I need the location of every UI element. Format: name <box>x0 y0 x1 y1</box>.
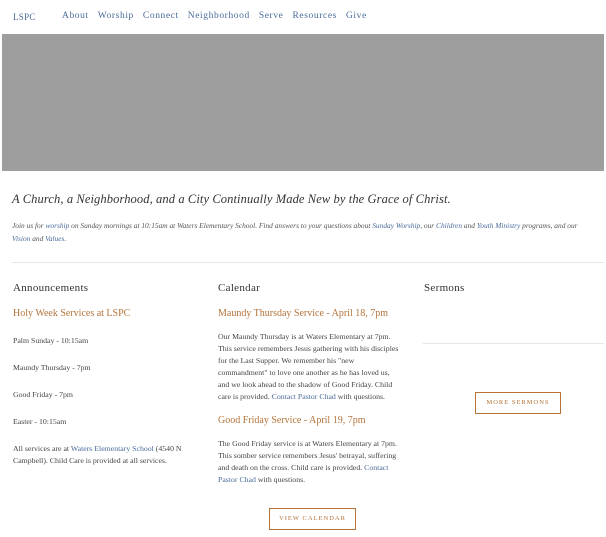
tagline: A Church, a Neighborhood, and a City Con… <box>12 192 451 206</box>
school-link[interactable]: Waters Elementary School <box>71 444 154 453</box>
nav-neighborhood[interactable]: Neighborhood <box>188 11 250 21</box>
event-text: with questions. <box>255 475 306 484</box>
intro-paragraph: Join us for worship on Sunday mornings a… <box>12 219 594 245</box>
nav-serve[interactable]: Serve <box>259 11 284 21</box>
intro-text: , our <box>420 221 437 230</box>
sermons-heading: Sermons <box>424 282 465 294</box>
intro-text: . <box>64 234 67 243</box>
main-menu: About Worship Connect Neighborhood Serve… <box>62 11 376 21</box>
note-text: All services are at <box>13 444 71 453</box>
intro-text: programs, and our <box>520 221 578 230</box>
announcement-title[interactable]: Holy Week Services at LSPC <box>13 308 198 319</box>
youth-ministry-link[interactable]: Youth Ministry <box>477 221 520 230</box>
intro-text: and <box>462 221 477 230</box>
nav-resources[interactable]: Resources <box>293 11 337 21</box>
worship-link[interactable]: worship <box>45 221 69 230</box>
top-nav: LSPC About Worship Connect Neighborhood … <box>0 0 606 34</box>
event-body: The Good Friday service is at Waters Ele… <box>218 438 401 486</box>
intro-text: and <box>30 234 46 243</box>
nav-about[interactable]: About <box>62 11 89 21</box>
service-time: Good Friday - 7pm <box>13 390 73 399</box>
service-time: Easter - 10:15am <box>13 417 67 426</box>
nav-give[interactable]: Give <box>346 11 367 21</box>
sunday-worship-link[interactable]: Sunday Worship <box>372 221 420 230</box>
intro-text: on Sunday mornings at 10:15am at Waters … <box>69 221 373 230</box>
nav-connect[interactable]: Connect <box>143 11 179 21</box>
vision-link[interactable]: Vision <box>12 234 30 243</box>
more-sermons-button[interactable]: MORE SERMONS <box>475 392 561 414</box>
nav-worship[interactable]: Worship <box>98 11 134 21</box>
sermons-divider <box>423 343 604 344</box>
announcements-column: Announcements Holy Week Services at LSPC… <box>13 282 198 482</box>
services-location-note: All services are at Waters Elementary Sc… <box>13 443 198 467</box>
service-time: Maundy Thursday - 7pm <box>13 363 91 372</box>
hero-banner <box>2 34 604 171</box>
calendar-heading: Calendar <box>218 282 261 294</box>
event-text: with questions. <box>335 392 385 401</box>
values-link[interactable]: Values <box>45 234 64 243</box>
site-logo[interactable]: LSPC <box>13 12 36 22</box>
announcements-heading: Announcements <box>13 282 89 294</box>
contact-pastor-link[interactable]: Contact Pastor Chad <box>272 392 336 401</box>
intro-text: Join us for <box>12 221 46 230</box>
section-divider <box>12 262 604 263</box>
calendar-column: Calendar Maundy Thursday Service - April… <box>218 282 401 498</box>
children-link[interactable]: Children <box>436 221 462 230</box>
event-body: Our Maundy Thursday is at Waters Element… <box>218 331 401 403</box>
view-calendar-button[interactable]: VIEW CALENDAR <box>269 508 356 530</box>
event-title[interactable]: Maundy Thursday Service - April 18, 7pm <box>218 308 401 319</box>
sermons-column: Sermons <box>424 282 604 308</box>
service-time: Palm Sunday - 10:15am <box>13 336 89 345</box>
event-text: Our Maundy Thursday is at Waters Element… <box>218 332 399 401</box>
event-title[interactable]: Good Friday Service - April 19, 7pm <box>218 415 401 426</box>
